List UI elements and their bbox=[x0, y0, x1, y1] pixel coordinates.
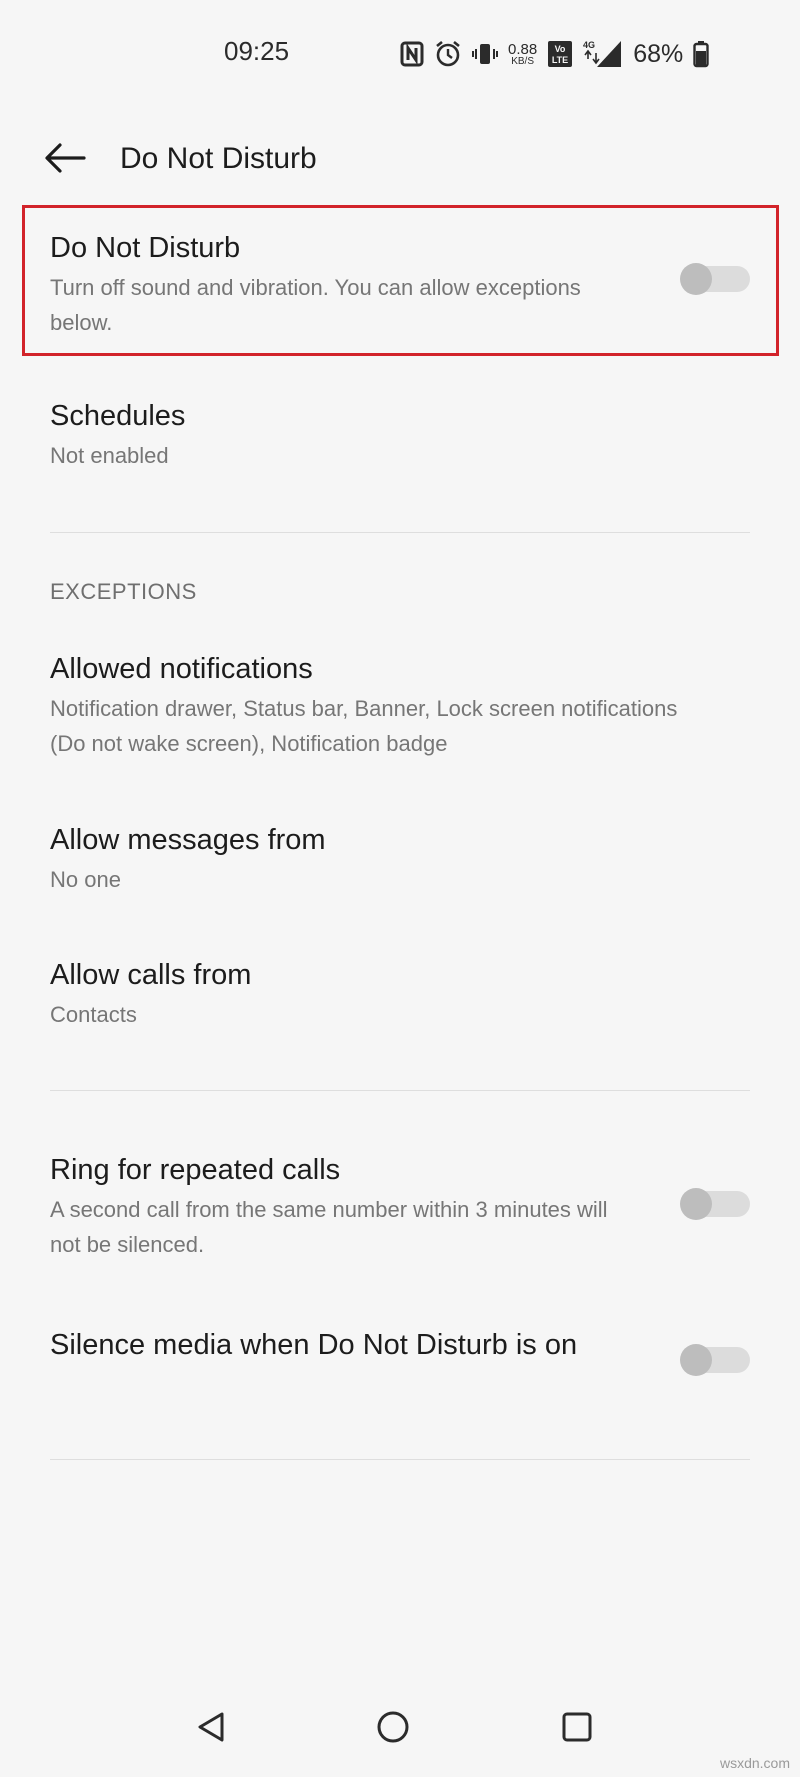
schedules-row[interactable]: Schedules Not enabled bbox=[50, 398, 750, 473]
repeated-calls-toggle[interactable] bbox=[680, 1186, 750, 1222]
nav-home-button[interactable] bbox=[368, 1704, 418, 1754]
dnd-toggle[interactable] bbox=[680, 261, 750, 297]
divider bbox=[50, 1090, 750, 1091]
battery-percent: 68% bbox=[633, 39, 684, 68]
network-type-label: 4G bbox=[583, 40, 595, 50]
nfc-icon bbox=[400, 41, 424, 67]
dnd-title: Do Not Disturb bbox=[50, 232, 241, 264]
silence-media-row[interactable]: Silence media when Do Not Disturb is on bbox=[50, 1322, 750, 1376]
allow-messages-title: Allow messages from bbox=[50, 824, 326, 856]
toggle-thumb bbox=[680, 1344, 712, 1376]
volte-icon: Vo LTE bbox=[547, 40, 573, 68]
svg-text:LTE: LTE bbox=[552, 55, 568, 65]
nav-back-button[interactable] bbox=[186, 1704, 236, 1754]
schedules-subtitle: Not enabled bbox=[50, 443, 169, 468]
battery-icon bbox=[693, 40, 709, 68]
dnd-subtitle: Turn off sound and vibration. You can al… bbox=[50, 275, 581, 335]
page-title: Do Not Disturb bbox=[120, 142, 317, 175]
arrow-left-icon bbox=[44, 142, 86, 178]
toggle-thumb bbox=[680, 263, 712, 295]
net-speed-value: 0.88 bbox=[508, 40, 538, 58]
allow-calls-row[interactable]: Allow calls from Contacts bbox=[50, 957, 750, 1032]
signal-icon: 4G bbox=[583, 39, 623, 69]
home-circle-icon bbox=[375, 1709, 411, 1750]
allow-messages-row[interactable]: Allow messages from No one bbox=[50, 822, 750, 897]
divider bbox=[50, 532, 750, 533]
dnd-setting-row[interactable]: Do Not Disturb Turn off sound and vibrat… bbox=[50, 230, 750, 340]
svg-text:Vo: Vo bbox=[555, 44, 566, 54]
net-speed-unit: KB/S bbox=[511, 55, 534, 67]
back-triangle-icon bbox=[194, 1710, 228, 1749]
allowed-notifications-subtitle: Notification drawer, Status bar, Banner,… bbox=[50, 696, 678, 756]
navigation-bar: wsxdn.com bbox=[0, 1690, 800, 1777]
exceptions-header: EXCEPTIONS bbox=[50, 579, 197, 604]
repeated-calls-title: Ring for repeated calls bbox=[50, 1154, 341, 1186]
nav-recents-button[interactable] bbox=[552, 1704, 602, 1754]
status-bar: 09:25 0.88 KB/S Vo LTE 4G 68% bbox=[0, 0, 800, 110]
recents-square-icon bbox=[560, 1710, 594, 1749]
allow-calls-subtitle: Contacts bbox=[50, 1002, 137, 1027]
toggle-thumb bbox=[680, 1188, 712, 1220]
app-bar: Do Not Disturb bbox=[0, 120, 800, 200]
schedules-title: Schedules bbox=[50, 400, 186, 432]
net-speed: 0.88 KB/S bbox=[508, 42, 537, 67]
status-icons: 0.88 KB/S Vo LTE 4G 68% bbox=[400, 34, 709, 74]
alarm-icon bbox=[434, 40, 462, 68]
allow-calls-title: Allow calls from bbox=[50, 959, 252, 991]
silence-media-title: Silence media when Do Not Disturb is on bbox=[50, 1329, 578, 1361]
status-time: 09:25 bbox=[224, 36, 290, 66]
silence-media-toggle[interactable] bbox=[680, 1342, 750, 1378]
allowed-notifications-row[interactable]: Allowed notifications Notification drawe… bbox=[50, 651, 750, 761]
back-button[interactable] bbox=[40, 138, 90, 182]
repeated-calls-subtitle: A second call from the same number withi… bbox=[50, 1197, 608, 1257]
allowed-notifications-title: Allowed notifications bbox=[50, 653, 313, 685]
divider bbox=[50, 1459, 750, 1460]
allow-messages-subtitle: No one bbox=[50, 867, 121, 892]
vibrate-icon bbox=[472, 41, 498, 67]
repeated-calls-row[interactable]: Ring for repeated calls A second call fr… bbox=[50, 1152, 750, 1262]
watermark-text: wsxdn.com bbox=[719, 1755, 790, 1771]
